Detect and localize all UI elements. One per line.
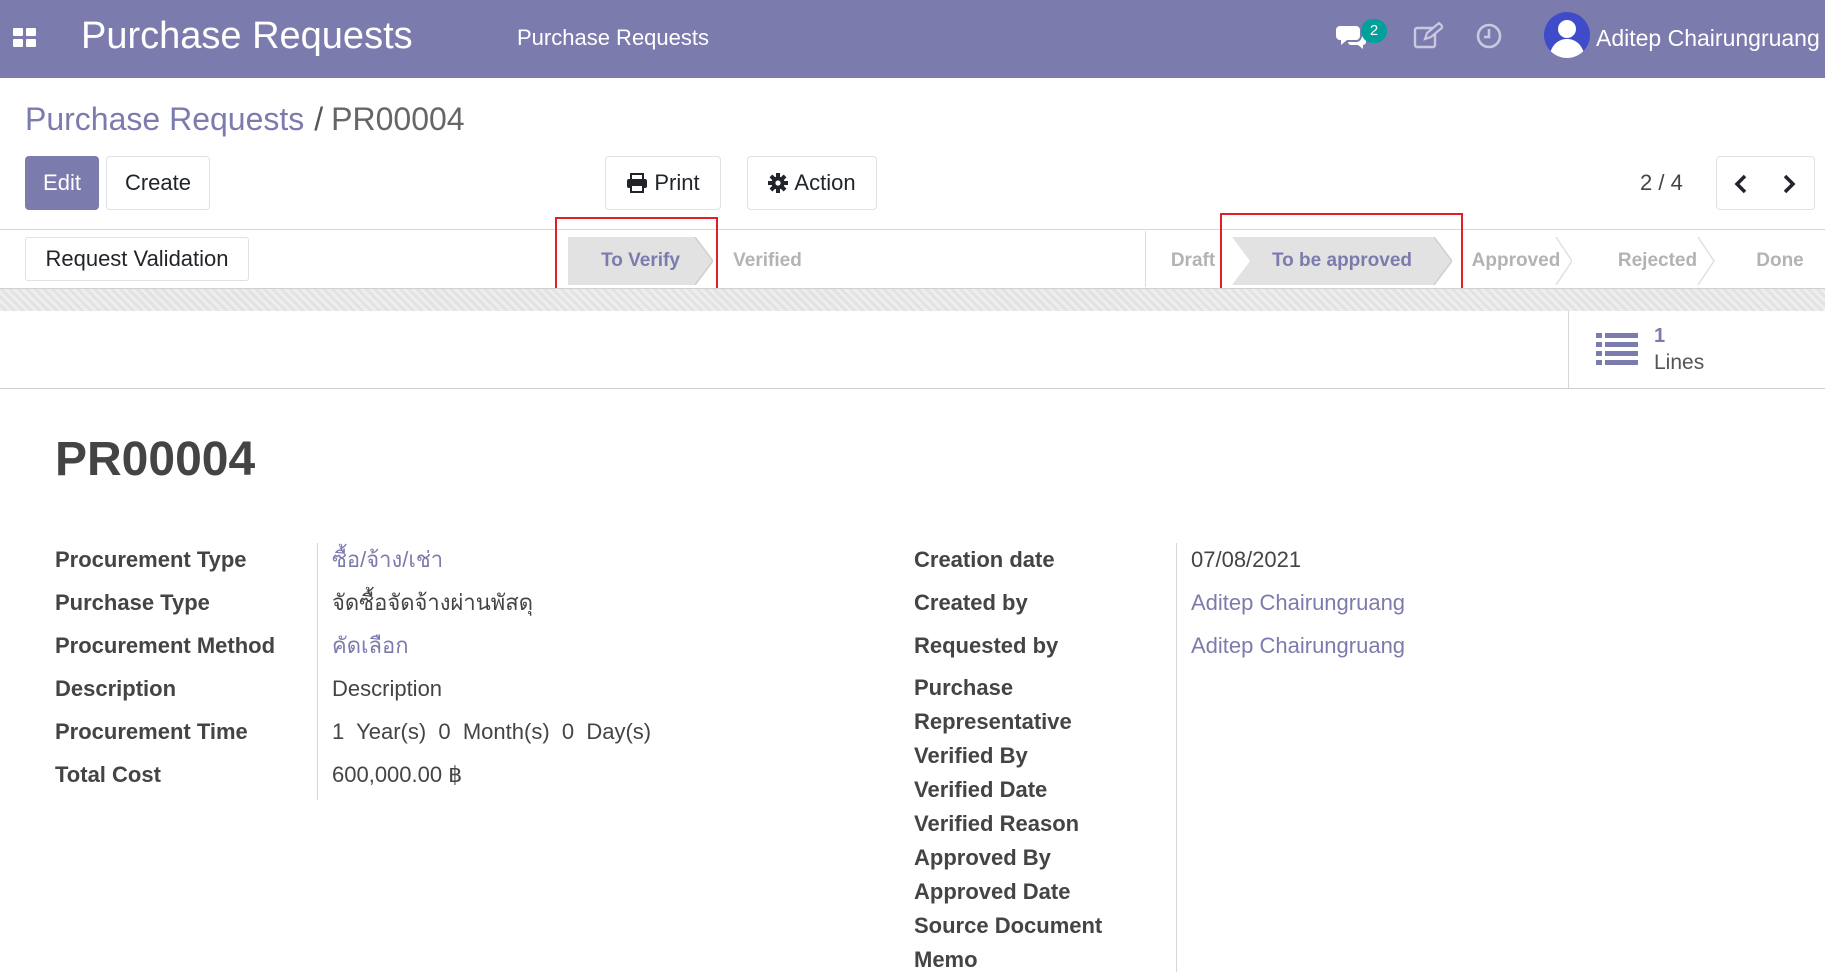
label-source-document: Source Document (914, 913, 1103, 938)
label-procurement-method: Procurement Method (55, 633, 276, 658)
record-title: PR00004 (55, 433, 256, 486)
label-procurement-time: Procurement Time (55, 719, 248, 744)
apps-icon[interactable] (13, 28, 36, 48)
label-verified-date: Verified Date (914, 777, 1048, 802)
value-description: Description (332, 676, 443, 701)
left-group-divider (317, 543, 318, 800)
value-procurement-time: 1 Year(s) 0 Month(s) 0 Day(s) (332, 719, 652, 744)
stage-draft[interactable]: Draft (1163, 237, 1223, 285)
stage-approved-label: Approved (1471, 250, 1561, 271)
pager-value: 2 / 4 (1640, 170, 1683, 195)
edit-icon[interactable] (1413, 22, 1443, 50)
label-procurement-type: Procurement Type (55, 547, 247, 572)
value-creation-date: 07/08/2021 (1191, 547, 1302, 572)
stage-approved[interactable]: Approved (1460, 237, 1572, 285)
breadcrumb-separator: / (314, 101, 324, 137)
clock-icon[interactable] (1475, 22, 1503, 50)
print-icon (627, 173, 648, 193)
statusbar-shadow (0, 288, 1825, 312)
menu-purchase-requests[interactable]: Purchase Requests (517, 24, 709, 52)
label-created-by: Created by (914, 590, 1028, 615)
value-total-cost: 600,000.00 ฿ (332, 762, 463, 787)
label-verified-reason: Verified Reason (914, 811, 1080, 836)
avatar[interactable] (1544, 12, 1590, 58)
label-purchase-representative-line1: Purchase (914, 675, 1014, 700)
breadcrumb-parent-link[interactable]: Purchase Requests (25, 101, 304, 137)
breadcrumb: Purchase Requests / PR00004 (25, 100, 465, 138)
highlight-box-to-verify (555, 217, 718, 299)
stage-rejected-label: Rejected (1617, 250, 1698, 271)
top-navbar: Purchase Requests Purchase Requests 2 Ad… (0, 0, 1825, 78)
label-approved-by: Approved By (914, 845, 1051, 870)
stage-verified[interactable]: Verified (715, 237, 820, 285)
value-procurement-method[interactable]: คัดเลือก (332, 632, 409, 660)
value-procurement-type[interactable]: ซื้อ/จ้าง/เช่า (332, 546, 443, 574)
edit-button[interactable]: Edit (25, 156, 99, 210)
smart-button-box: 1 Lines (0, 311, 1825, 389)
action-button[interactable]: Action (747, 156, 877, 210)
user-name[interactable]: Aditep Chairungruang (1596, 24, 1820, 52)
stage-done-label: Done (1756, 250, 1804, 271)
header-divider (0, 229, 1825, 230)
create-button[interactable]: Create (106, 156, 210, 210)
chevron-left-icon (1734, 174, 1747, 194)
value-purchase-type: จัดซื้อจัดจ้างผ่านพัสดุ (332, 590, 533, 615)
lines-label: Lines (1654, 351, 1705, 374)
app-brand[interactable]: Purchase Requests (81, 12, 413, 60)
label-description: Description (55, 676, 177, 701)
print-button[interactable]: Print (605, 156, 721, 210)
stage-done[interactable]: Done (1740, 237, 1820, 285)
lines-count: 1 (1654, 325, 1666, 347)
list-icon (1596, 333, 1638, 365)
label-requested-by: Requested by (914, 633, 1059, 658)
lines-smart-button[interactable]: 1 Lines (1568, 311, 1825, 388)
gear-icon (768, 173, 789, 193)
label-total-cost: Total Cost (55, 762, 161, 787)
pager-previous-button[interactable] (1716, 156, 1766, 210)
value-requested-by[interactable]: Aditep Chairungruang (1191, 632, 1405, 660)
label-verified-by: Verified By (914, 743, 1028, 768)
statusbar-group-divider (1145, 231, 1146, 287)
action-label: Action (794, 170, 856, 195)
value-created-by[interactable]: Aditep Chairungruang (1191, 589, 1405, 617)
breadcrumb-current: PR00004 (331, 101, 465, 137)
right-group-divider (1176, 543, 1177, 972)
pager-next-button[interactable] (1765, 156, 1815, 210)
chat-count-badge: 2 (1361, 19, 1387, 43)
label-purchase-representative-line2: Representative (914, 709, 1072, 734)
stage-rejected[interactable]: Rejected (1600, 237, 1715, 285)
label-approved-date: Approved Date (914, 879, 1071, 904)
chevron-right-icon (1783, 174, 1796, 194)
request-validation-button[interactable]: Request Validation (25, 237, 249, 281)
label-creation-date: Creation date (914, 547, 1055, 572)
stage-verified-label: Verified (733, 250, 802, 271)
stage-draft-label: Draft (1170, 250, 1216, 271)
label-purchase-type: Purchase Type (55, 590, 210, 615)
print-label: Print (654, 170, 700, 195)
